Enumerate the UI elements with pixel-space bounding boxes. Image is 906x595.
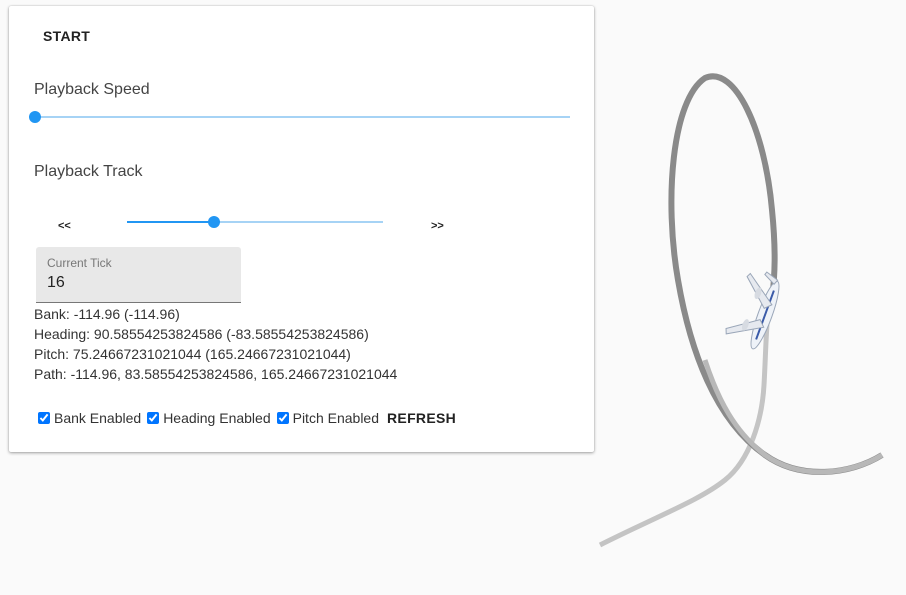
- pitch-toggle[interactable]: Pitch Enabled: [275, 410, 379, 426]
- flight-path-tail: [598, 299, 773, 548]
- path-readout: Path: -114.96, 83.58554253824586, 165.24…: [34, 366, 398, 382]
- pitch-toggle-label: Pitch Enabled: [292, 410, 380, 426]
- flight-path-loop: [668, 73, 884, 475]
- bank-readout: Bank: -114.96 (-114.96): [34, 306, 180, 322]
- heading-toggle-label: Heading Enabled: [163, 410, 271, 426]
- slider-thumb[interactable]: [29, 111, 41, 123]
- toggle-row: Bank Enabled Heading Enabled Pitch Enabl…: [36, 410, 456, 426]
- playback-track-slider[interactable]: [127, 214, 383, 230]
- heading-checkbox[interactable]: [147, 412, 160, 424]
- playback-speed-label: Playback Speed: [34, 81, 150, 98]
- playback-speed-slider[interactable]: [29, 109, 570, 125]
- refresh-button[interactable]: REFRESH: [387, 410, 456, 426]
- bank-checkbox[interactable]: [38, 412, 50, 424]
- flight-path-exit: [702, 359, 884, 475]
- slider-thumb[interactable]: [208, 216, 221, 228]
- control-panel: START Playback Speed Playback Track << >…: [9, 6, 594, 452]
- step-back-button[interactable]: <<: [58, 220, 71, 232]
- pitch-checkbox[interactable]: [276, 412, 289, 424]
- heading-toggle[interactable]: Heading Enabled: [145, 410, 271, 426]
- heading-readout: Heading: 90.58554253824586 (-83.58554253…: [34, 326, 369, 342]
- slider-fill: [127, 221, 215, 223]
- bank-toggle-label: Bank Enabled: [54, 410, 142, 426]
- slider-rail: [35, 116, 570, 118]
- flight-path-view: [598, 73, 884, 548]
- pitch-readout: Pitch: 75.24667231021044 (165.2466723102…: [34, 346, 351, 362]
- current-tick-label: Current Tick: [47, 256, 112, 270]
- bank-toggle[interactable]: Bank Enabled: [36, 410, 141, 426]
- current-tick-input[interactable]: [47, 274, 227, 292]
- current-tick-field[interactable]: Current Tick: [36, 247, 241, 303]
- app-root: START Playback Speed Playback Track << >…: [0, 0, 906, 595]
- step-forward-button[interactable]: >>: [431, 220, 444, 232]
- start-button[interactable]: START: [43, 28, 90, 44]
- playback-track-label: Playback Track: [34, 163, 143, 180]
